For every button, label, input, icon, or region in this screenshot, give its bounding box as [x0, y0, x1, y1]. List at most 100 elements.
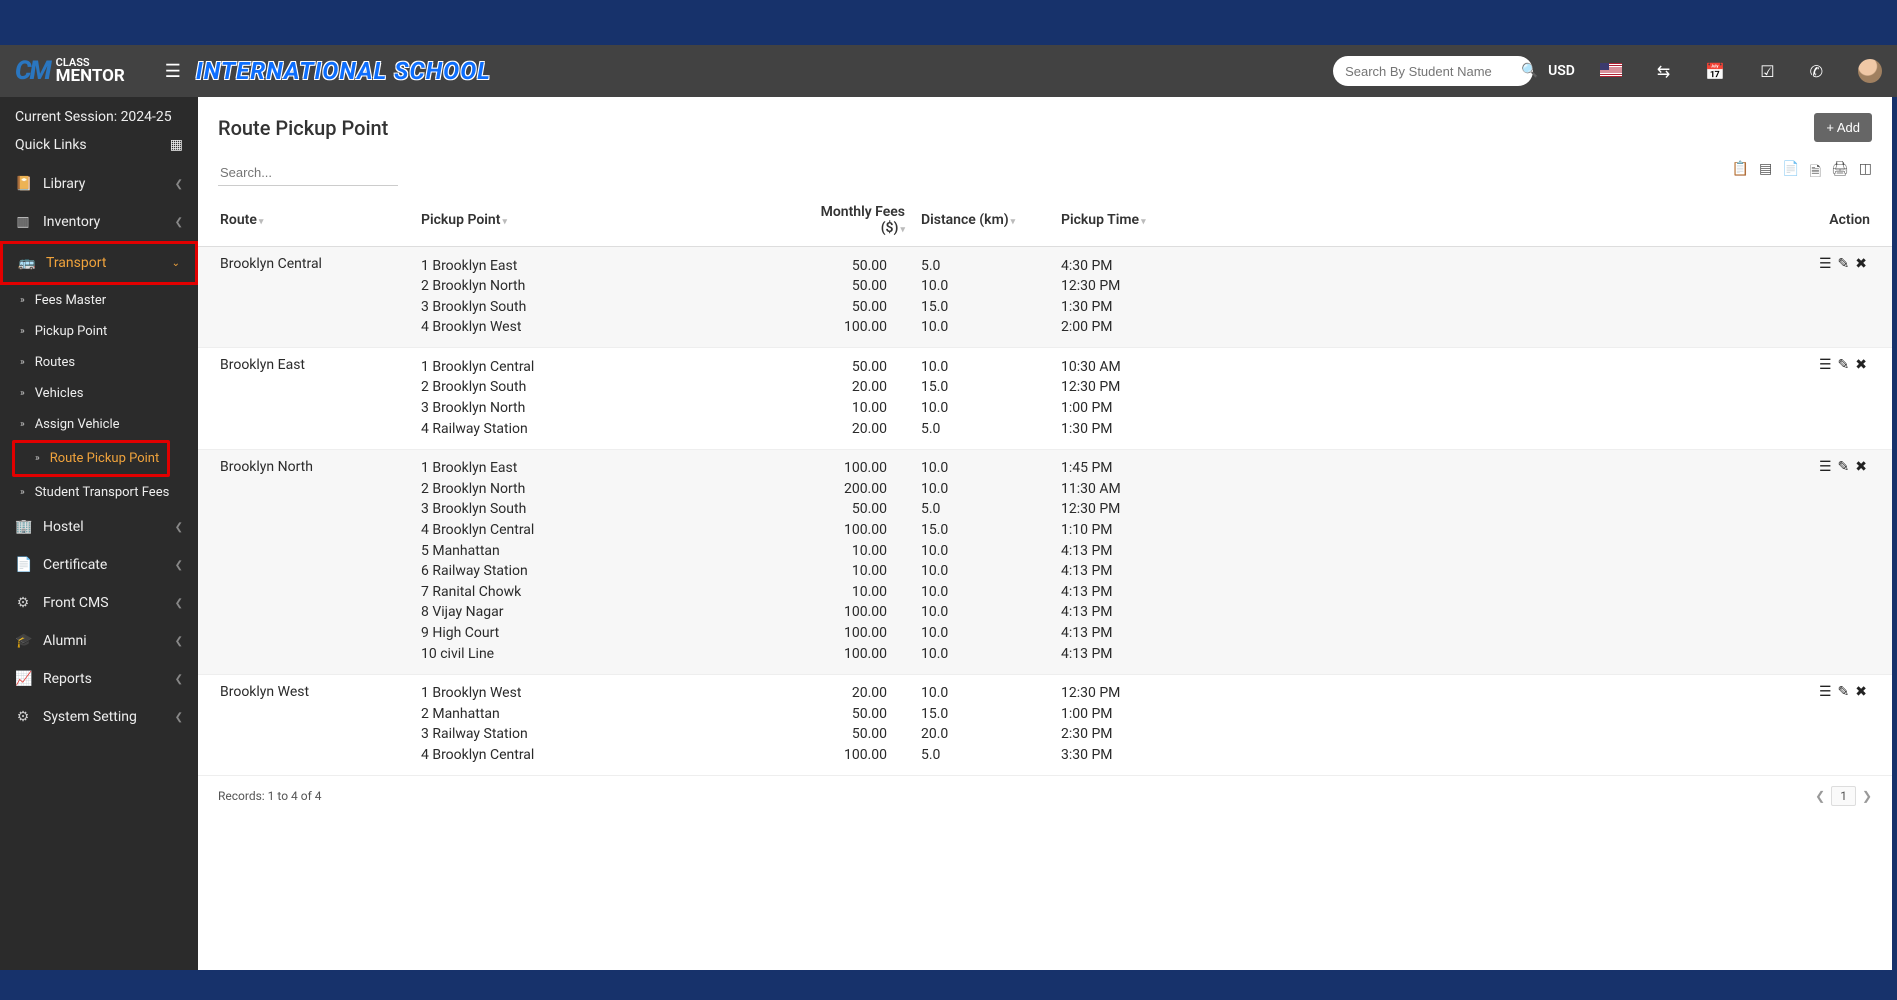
sidebar-item-reports[interactable]: 📈Reports ❮ [0, 660, 198, 698]
chevron-left-icon: ❮ [175, 522, 183, 533]
sidebar-sub-assign-vehicle[interactable]: »Assign Vehicle [0, 409, 198, 440]
menu-icon[interactable]: ☰ [1816, 256, 1835, 272]
alumni-icon: 🎓 [15, 633, 31, 649]
csv-icon[interactable]: 📄 [1782, 161, 1799, 185]
student-search-input[interactable] [1345, 64, 1521, 79]
edit-icon[interactable]: ✎ [1835, 256, 1853, 272]
grid-icon[interactable]: ▦ [170, 137, 183, 153]
sidebar-sub-student-transport-fees[interactable]: »Student Transport Fees [0, 477, 198, 508]
columns-icon[interactable]: ◫ [1859, 161, 1872, 185]
swap-icon[interactable]: ⇆ [1647, 62, 1680, 81]
avatar[interactable] [1858, 59, 1882, 83]
sidebar-item-hostel[interactable]: 🏢Hostel ❮ [0, 508, 198, 546]
edit-icon[interactable]: ✎ [1835, 459, 1853, 475]
double-chevron-icon: » [20, 326, 25, 337]
menu-icon[interactable]: ☰ [1816, 357, 1835, 373]
route-cell: Brooklyn East [198, 348, 413, 449]
session-label: Current Session: 2024-25 [0, 97, 198, 131]
double-chevron-icon: » [20, 295, 25, 306]
chevron-down-icon: ⌄ [172, 258, 180, 269]
sidebar-item-front-cms[interactable]: ⚙Front CMS ❮ [0, 584, 198, 622]
sidebar-sub-fees-master[interactable]: »Fees Master [0, 285, 198, 316]
col-route[interactable]: Route▾ [198, 194, 413, 247]
bottom-banner [0, 970, 1897, 1000]
table-row: Brooklyn North1 Brooklyn East2 Brooklyn … [198, 449, 1892, 674]
table-row: Brooklyn West1 Brooklyn West2 Manhattan3… [198, 674, 1892, 775]
table-row: Brooklyn Central1 Brooklyn East2 Brookly… [198, 247, 1892, 348]
sort-icon: ▾ [1011, 217, 1016, 227]
sidebar-item-alumni[interactable]: 🎓Alumni ❮ [0, 622, 198, 660]
delete-icon[interactable]: ✖ [1852, 357, 1870, 373]
top-banner [0, 0, 1897, 45]
pagination: ❮ 1 ❯ [1815, 786, 1872, 806]
action-cell: ☰✎✖ [1293, 674, 1892, 775]
double-chevron-icon: » [35, 453, 40, 464]
gear-icon: ⚙ [15, 595, 31, 611]
quick-links[interactable]: Quick Links ▦ [0, 131, 198, 165]
sidebar-item-inventory[interactable]: ▥Inventory ❮ [0, 203, 198, 241]
student-search[interactable]: 🔍 [1333, 56, 1533, 86]
sidebar-sub-vehicles[interactable]: »Vehicles [0, 378, 198, 409]
copy-icon[interactable]: 📋 [1732, 161, 1749, 185]
export-toolbar: 📋 ▤ 📄 🗎 🖨 ◫ [1732, 161, 1872, 185]
double-chevron-icon: » [20, 388, 25, 399]
sidebar-item-system-setting[interactable]: ⚙System Setting ❮ [0, 698, 198, 736]
settings-icon: ⚙ [15, 709, 31, 725]
currency-label[interactable]: USD [1548, 63, 1575, 79]
action-cell: ☰✎✖ [1293, 449, 1892, 674]
logo[interactable]: CM CLASS MENTOR [15, 56, 145, 86]
table-search-input[interactable] [218, 160, 398, 186]
add-button[interactable]: + Add [1814, 113, 1872, 142]
pdf-icon[interactable]: 🗎 [1810, 161, 1821, 185]
content-area: Route Pickup Point + Add 📋 ▤ 📄 🗎 🖨 ◫ Rou… [198, 97, 1892, 970]
whatsapp-icon[interactable]: ✆ [1800, 62, 1833, 81]
book-icon: 📔 [15, 176, 31, 192]
excel-icon[interactable]: ▤ [1759, 161, 1772, 185]
sidebar-item-transport[interactable]: 🚌Transport ⌄ [0, 241, 198, 285]
pickup-table: Route▾ Pickup Point▾ Monthly Fees ($)▾ D… [198, 194, 1892, 776]
menu-icon[interactable]: ☰ [1816, 459, 1835, 475]
page-next[interactable]: ❯ [1862, 789, 1872, 803]
chevron-left-icon: ❮ [175, 598, 183, 609]
edit-icon[interactable]: ✎ [1835, 357, 1853, 373]
page-title: Route Pickup Point [218, 116, 388, 140]
search-icon[interactable]: 🔍 [1521, 63, 1538, 79]
header-bar: CM CLASS MENTOR ☰ INTERNATIONAL SCHOOL 🔍… [0, 45, 1897, 97]
col-time[interactable]: Pickup Time▾ [1053, 194, 1293, 247]
action-cell: ☰✎✖ [1293, 348, 1892, 449]
sidebar-sub-routes[interactable]: »Routes [0, 347, 198, 378]
building-icon: 🏢 [15, 519, 31, 535]
col-distance[interactable]: Distance (km)▾ [913, 194, 1053, 247]
route-cell: Brooklyn North [198, 449, 413, 674]
double-chevron-icon: » [20, 357, 25, 368]
page-number[interactable]: 1 [1831, 786, 1856, 806]
action-cell: ☰✎✖ [1293, 247, 1892, 348]
chevron-left-icon: ❮ [175, 674, 183, 685]
col-fees[interactable]: Monthly Fees ($)▾ [793, 194, 913, 247]
chevron-left-icon: ❮ [175, 217, 183, 228]
delete-icon[interactable]: ✖ [1852, 459, 1870, 475]
records-label: Records: 1 to 4 of 4 [218, 789, 322, 803]
chevron-left-icon: ❮ [175, 712, 183, 723]
print-icon[interactable]: 🖨 [1831, 161, 1849, 185]
calendar-icon[interactable]: 📅 [1695, 62, 1735, 81]
sidebar-sub-pickup-point[interactable]: »Pickup Point [0, 316, 198, 347]
page-prev[interactable]: ❮ [1815, 789, 1825, 803]
sort-icon: ▾ [259, 217, 264, 227]
sidebar-item-library[interactable]: 📔Library ❮ [0, 165, 198, 203]
route-cell: Brooklyn Central [198, 247, 413, 348]
menu-toggle-icon[interactable]: ☰ [165, 61, 181, 82]
col-pickup[interactable]: Pickup Point▾ [413, 194, 793, 247]
check-icon[interactable]: ☑ [1750, 62, 1784, 81]
delete-icon[interactable]: ✖ [1852, 256, 1870, 272]
sort-icon: ▾ [502, 217, 507, 227]
quick-links-label: Quick Links [15, 137, 87, 153]
sidebar-item-certificate[interactable]: 📄Certificate ❮ [0, 546, 198, 584]
sort-icon: ▾ [900, 225, 905, 235]
school-name: INTERNATIONAL SCHOOL [196, 57, 491, 85]
flag-icon[interactable] [1590, 62, 1632, 81]
delete-icon[interactable]: ✖ [1852, 684, 1870, 700]
sidebar-sub-route-pickup-point[interactable]: »Route Pickup Point [12, 440, 170, 477]
menu-icon[interactable]: ☰ [1816, 684, 1835, 700]
edit-icon[interactable]: ✎ [1835, 684, 1853, 700]
